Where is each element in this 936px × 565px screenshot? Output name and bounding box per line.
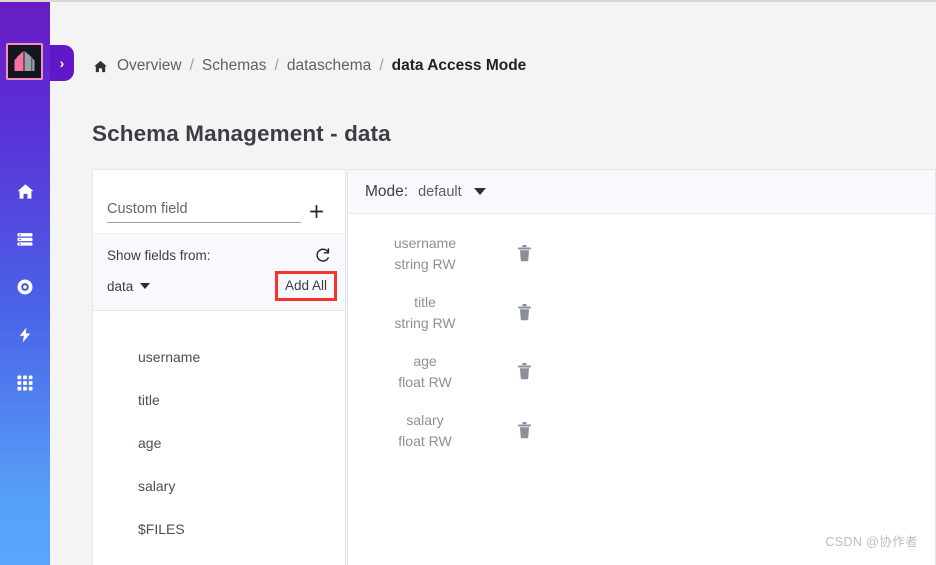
field-info: title string RW	[370, 292, 480, 334]
breadcrumb-separator: /	[189, 57, 194, 74]
bolt-icon	[19, 327, 31, 343]
breadcrumb-separator: /	[379, 57, 384, 74]
table-row: salary float RW	[348, 401, 935, 460]
app-root: › Overview / Schemas / dataschema / data…	[0, 0, 936, 565]
delete-field-button[interactable]	[516, 303, 533, 322]
add-all-highlight: Add All	[274, 271, 337, 301]
list-item[interactable]: age	[93, 421, 345, 464]
available-fields-panel: Show fields from: data Add All	[92, 169, 346, 565]
trash-icon	[518, 422, 531, 439]
source-value: data	[107, 278, 134, 294]
trash-icon	[518, 363, 531, 380]
field-info: username string RW	[370, 233, 480, 275]
delete-field-button[interactable]	[516, 362, 533, 381]
field-type: float RW	[398, 373, 452, 390]
field-type: float RW	[398, 432, 452, 449]
list-item[interactable]: salary	[93, 464, 345, 507]
add-custom-field-button[interactable]	[301, 196, 331, 226]
mode-field-rows: username string RW title string RW age f…	[348, 214, 935, 460]
chevron-down-icon[interactable]	[473, 188, 486, 195]
mode-value[interactable]: default	[418, 184, 462, 200]
grid-icon	[17, 375, 33, 391]
sidebar-item-home[interactable]	[0, 167, 50, 215]
custom-field-row	[93, 170, 345, 233]
add-all-button[interactable]: Add All	[285, 278, 327, 293]
breadcrumb-item-dataschema[interactable]: dataschema	[287, 57, 371, 75]
app-logo[interactable]	[6, 43, 43, 80]
breadcrumb-item-current: data Access Mode	[391, 57, 527, 74]
table-row: title string RW	[348, 283, 935, 342]
chevron-right-icon: ›	[59, 55, 65, 71]
sidebar-icon-list	[0, 167, 50, 407]
home-icon	[93, 59, 108, 74]
field-info: salary float RW	[370, 410, 480, 452]
refresh-button[interactable]	[314, 247, 331, 264]
breadcrumb-item-schemas[interactable]: Schemas	[202, 57, 267, 75]
sidebar-item-storage[interactable]	[0, 263, 50, 311]
field-name: salary	[406, 411, 444, 428]
field-info: age float RW	[370, 351, 480, 393]
field-type: string RW	[394, 255, 456, 272]
trash-icon	[518, 304, 531, 321]
sidebar-item-collections[interactable]	[0, 215, 50, 263]
home-icon	[17, 183, 33, 199]
mode-fields-panel: Mode: default username string RW title s…	[347, 169, 936, 565]
mode-bar: Mode: default	[348, 170, 935, 214]
sidebar-expand-button[interactable]: ›	[50, 45, 74, 81]
breadcrumb: Overview / Schemas / dataschema / data A…	[93, 57, 526, 75]
list-item[interactable]: title	[93, 378, 345, 421]
list-item[interactable]: username	[93, 335, 345, 378]
show-fields-line: Show fields from:	[107, 242, 331, 269]
field-name: age	[413, 352, 437, 369]
watermark: CSDN @协作者	[825, 535, 918, 549]
logo-glyph	[14, 51, 35, 71]
show-fields-block: Show fields from: data Add All	[93, 233, 345, 311]
field-type: string RW	[394, 314, 456, 331]
breadcrumb-separator: /	[274, 57, 279, 74]
custom-field-input[interactable]	[107, 201, 301, 223]
breadcrumb-item-overview[interactable]: Overview	[117, 57, 182, 75]
field-list: username title age salary $FILES	[93, 311, 345, 550]
list-icon	[17, 233, 33, 246]
field-name: username	[393, 234, 457, 251]
refresh-icon	[316, 248, 330, 262]
delete-field-button[interactable]	[516, 421, 533, 440]
source-line: data Add All	[107, 271, 337, 301]
field-name: title	[414, 293, 436, 310]
mode-label: Mode:	[365, 182, 409, 200]
content-area: Overview / Schemas / dataschema / data A…	[50, 2, 936, 565]
list-item[interactable]: $FILES	[93, 507, 345, 550]
table-row: username string RW	[348, 224, 935, 283]
source-select[interactable]: data	[107, 278, 151, 294]
chevron-down-icon	[140, 283, 151, 289]
trash-icon	[518, 245, 531, 262]
disc-icon	[17, 279, 33, 295]
delete-field-button[interactable]	[516, 244, 533, 263]
sidebar-rail	[0, 2, 50, 565]
table-row: age float RW	[348, 342, 935, 401]
show-fields-label: Show fields from:	[107, 248, 211, 263]
plus-icon	[309, 204, 323, 218]
page-title: Schema Management - data	[92, 121, 391, 146]
sidebar-item-apps[interactable]	[0, 359, 50, 407]
sidebar-item-functions[interactable]	[0, 311, 50, 359]
